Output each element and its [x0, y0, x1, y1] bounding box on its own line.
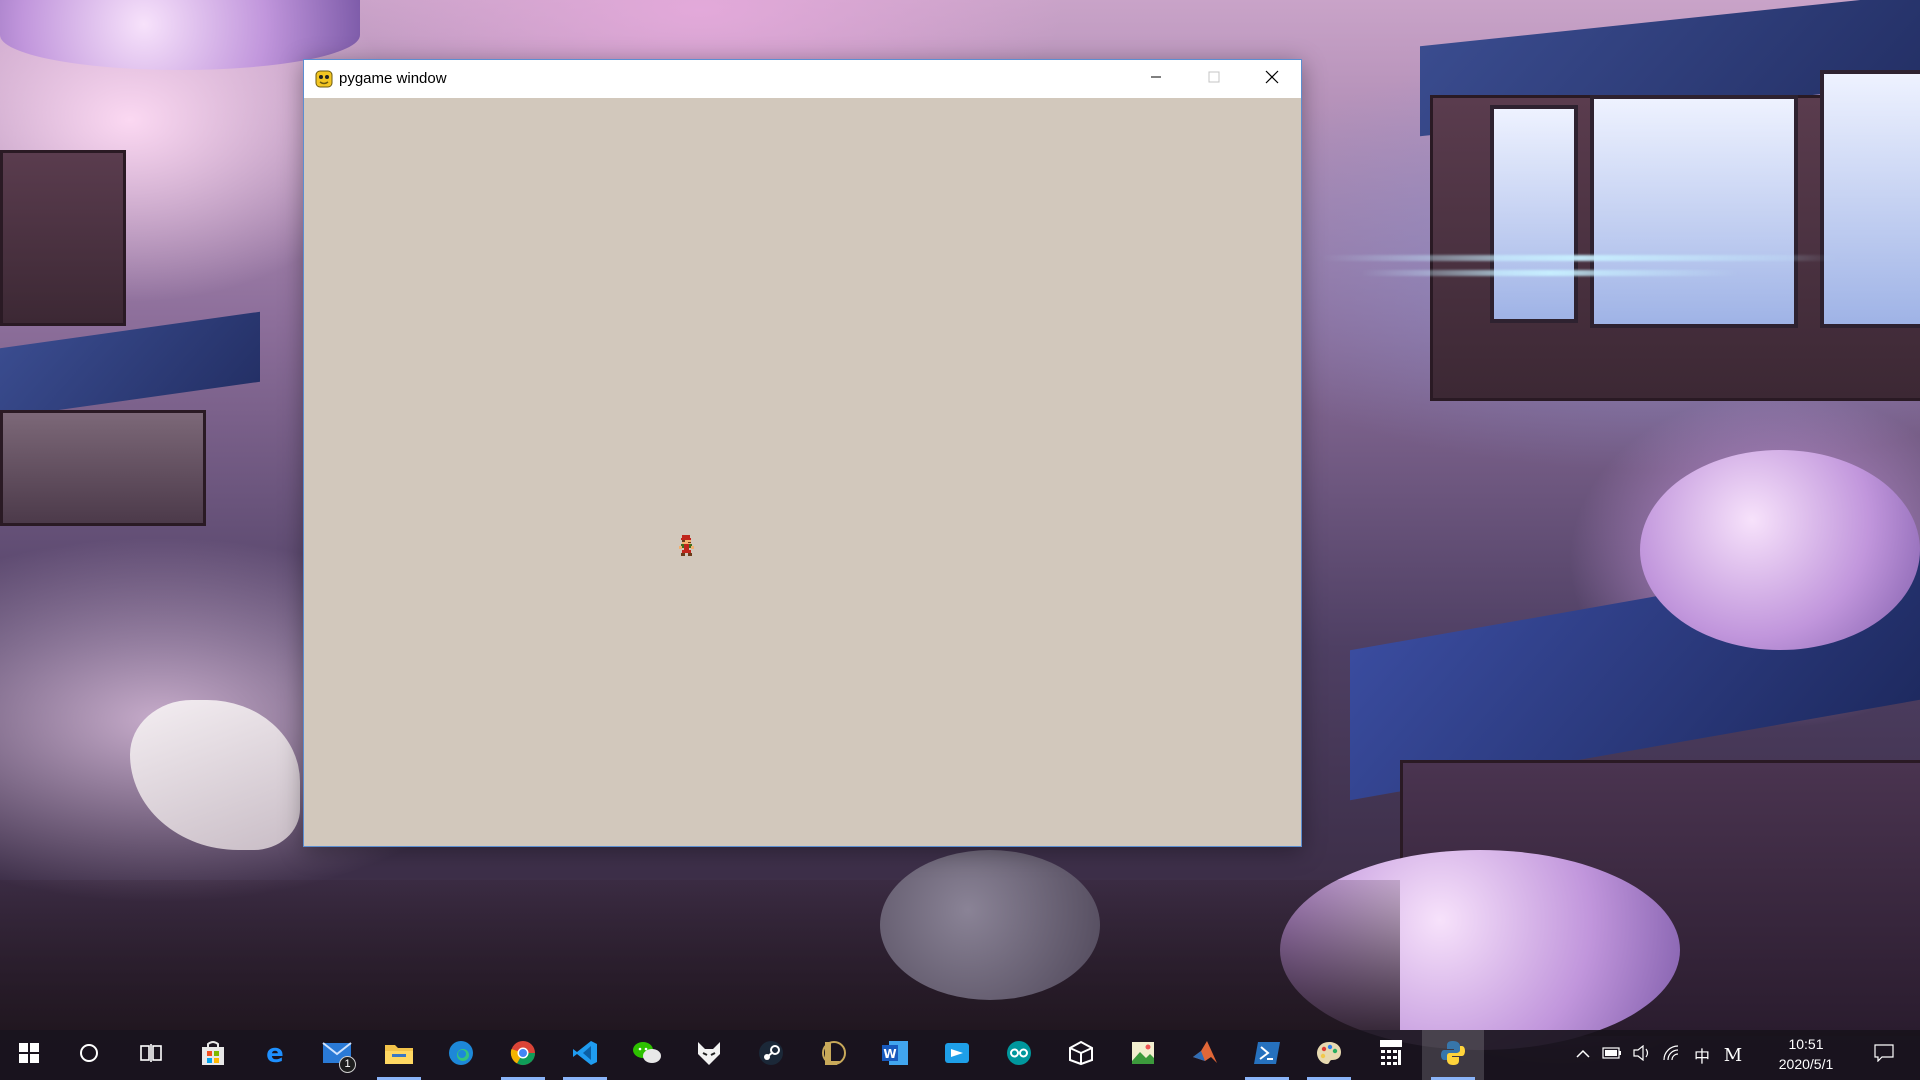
wallpaper-figure-leg: [130, 700, 300, 850]
taskbar-item-chrome[interactable]: [492, 1030, 554, 1080]
clock-time: 10:51: [1788, 1036, 1824, 1052]
word-icon: W: [880, 1039, 910, 1072]
edge-icon: [447, 1039, 475, 1072]
chrome-icon: [509, 1039, 537, 1072]
taskbar-item-paint[interactable]: [1298, 1030, 1360, 1080]
lol-icon: [820, 1039, 846, 1072]
taskbar-item-steam[interactable]: [740, 1030, 802, 1080]
send-icon: [943, 1039, 971, 1072]
store-icon: [199, 1039, 227, 1072]
search-button[interactable]: [58, 1030, 120, 1080]
unity-icon: [1068, 1040, 1094, 1071]
minimize-icon: [1150, 70, 1162, 88]
window-title: pygame window: [339, 70, 447, 87]
ie-icon: e: [261, 1039, 289, 1072]
battery-icon: [1602, 1046, 1622, 1064]
taskbar-item-matlab[interactable]: [1174, 1030, 1236, 1080]
wallpaper-blossom-1: [1640, 450, 1920, 650]
pygame-window[interactable]: pygame window: [303, 59, 1302, 847]
input-mode-button[interactable]: M: [1718, 1030, 1748, 1080]
volume-icon: [1632, 1044, 1652, 1066]
wechat-icon: [632, 1040, 662, 1071]
wallpaper-figure-tail: [880, 850, 1100, 1000]
chevron-up-icon: [1576, 1046, 1590, 1064]
search-circle-icon: [78, 1042, 100, 1069]
minimize-button[interactable]: [1127, 60, 1185, 98]
pygame-snake-icon: [314, 69, 334, 89]
taskbar-item-file-explorer[interactable]: [368, 1030, 430, 1080]
taskbar-item-edge[interactable]: [430, 1030, 492, 1080]
taskbar-item-lol[interactable]: [802, 1030, 864, 1080]
image-icon: [1129, 1039, 1157, 1072]
taskbar-item-fox[interactable]: [678, 1030, 740, 1080]
notification-icon: [1874, 1043, 1894, 1067]
wallpaper-light-streak-1: [1320, 255, 1840, 261]
wallpaper-window-3: [1820, 70, 1920, 328]
svg-text:W: W: [883, 1047, 896, 1061]
taskbar-item-mail[interactable]: 1: [306, 1030, 368, 1080]
wallpaper-roof-left: [0, 311, 260, 419]
taskbar-item-python[interactable]: [1422, 1030, 1484, 1080]
taskbar-item-arduino[interactable]: [988, 1030, 1050, 1080]
mail-badge: 1: [339, 1056, 356, 1073]
taskbar-item-image[interactable]: [1112, 1030, 1174, 1080]
taskbar-item-wechat[interactable]: [616, 1030, 678, 1080]
paint-icon: [1315, 1039, 1343, 1072]
folder-icon: [384, 1041, 414, 1070]
taskbar-item-send[interactable]: [926, 1030, 988, 1080]
taskbar-item-calculator[interactable]: [1360, 1030, 1422, 1080]
calculator-icon: [1379, 1039, 1403, 1072]
arduino-icon: [1005, 1039, 1033, 1072]
battery-button[interactable]: [1598, 1030, 1626, 1080]
taskbar-item-ie[interactable]: e: [244, 1030, 306, 1080]
taskbar-item-word[interactable]: W: [864, 1030, 926, 1080]
wifi-icon: [1662, 1044, 1682, 1066]
taskbar-item-store[interactable]: [182, 1030, 244, 1080]
python-icon: [1439, 1039, 1467, 1072]
maximize-button[interactable]: [1185, 60, 1243, 98]
volume-button[interactable]: [1628, 1030, 1656, 1080]
clock-date: 2020/5/1: [1778, 1056, 1834, 1072]
taskbar-item-unity[interactable]: [1050, 1030, 1112, 1080]
wallpaper-light-streak-2: [1360, 270, 1740, 276]
task-view-icon: [140, 1043, 162, 1068]
powershell-icon: [1253, 1041, 1281, 1070]
taskbar-item-powershell[interactable]: [1236, 1030, 1298, 1080]
action-center-button[interactable]: [1864, 1030, 1904, 1080]
matlab-icon: [1191, 1039, 1219, 1072]
taskbar: e 1 W 中 M 10:51 2020/5/1: [0, 1030, 1920, 1080]
windows-logo-icon: [19, 1042, 39, 1068]
fox-icon: [696, 1040, 722, 1071]
ime-language-button[interactable]: 中: [1688, 1030, 1716, 1080]
clock-button[interactable]: 10:51 2020/5/1: [1758, 1034, 1854, 1076]
start-button[interactable]: [0, 1030, 58, 1080]
wallpaper-tower-left: [0, 150, 126, 326]
task-view-button[interactable]: [120, 1030, 182, 1080]
close-button[interactable]: [1243, 60, 1301, 98]
wallpaper-window-1: [1490, 105, 1578, 323]
vscode-icon: [571, 1039, 599, 1072]
wallpaper-foreground: [0, 880, 1400, 1030]
svg-text:e: e: [266, 1039, 284, 1067]
game-canvas[interactable]: [304, 98, 1301, 846]
taskbar-item-vscode[interactable]: [554, 1030, 616, 1080]
wallpaper-window-2: [1590, 95, 1798, 328]
maximize-icon: [1208, 70, 1220, 88]
window-titlebar[interactable]: pygame window: [304, 60, 1301, 98]
wallpaper-wall-left: [0, 410, 206, 526]
network-button[interactable]: [1658, 1030, 1686, 1080]
show-hidden-icons-button[interactable]: [1570, 1030, 1596, 1080]
steam-icon: [757, 1039, 785, 1072]
close-icon: [1265, 70, 1279, 89]
mario-sprite: [678, 535, 695, 557]
